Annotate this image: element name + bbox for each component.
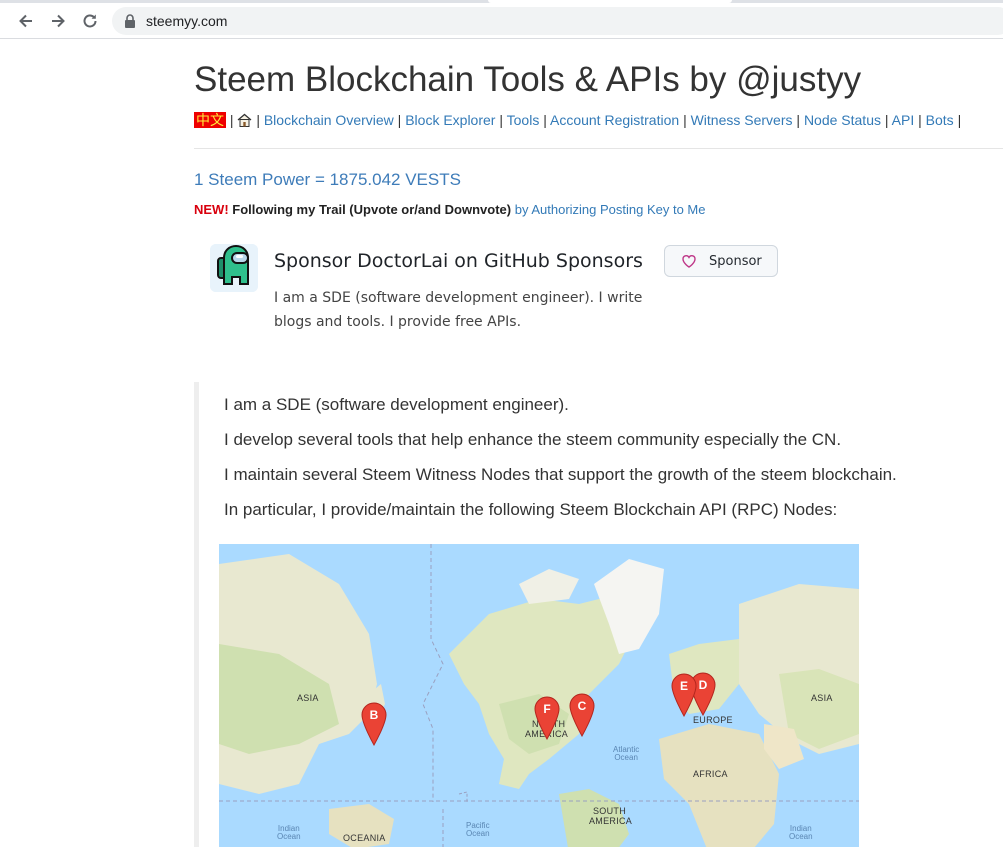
nav-separator: | <box>884 112 889 128</box>
map-marker-c[interactable]: C <box>569 693 595 737</box>
ocean-label-indian-left: Indian Ocean <box>277 824 301 841</box>
steem-power-ratio: 1 Steem Power = 1875.042 VESTS <box>194 170 461 189</box>
trail-notice: NEW! Following my Trail (Upvote or/and D… <box>194 202 706 217</box>
nav-separator: | <box>918 112 922 128</box>
nav-link-bots[interactable]: Bots <box>926 112 954 128</box>
nav-separator: | <box>957 112 962 128</box>
nav-separator: | <box>796 112 801 128</box>
sponsor-title: Sponsor DoctorLai on GitHub Sponsors <box>274 250 643 272</box>
nav-link-witness-servers[interactable]: Witness Servers <box>691 112 793 128</box>
quote-line: In particular, I provide/maintain the fo… <box>224 500 838 519</box>
trail-text: Following my Trail (Upvote or/and Downvo… <box>232 202 512 217</box>
map-marker-b[interactable]: B <box>361 702 387 746</box>
top-nav: 中文 | | Blockchain Overview | Block Explo… <box>194 110 961 130</box>
ocean-label-indian-right: Indian Ocean <box>789 824 813 841</box>
nav-separator: | <box>543 112 547 128</box>
api-nodes-map[interactable]: ASIA ASIA NORTH AMERICA EUROPE AFRICA SO… <box>219 544 859 847</box>
nav-link-account-registration[interactable]: Account Registration <box>550 112 679 128</box>
among-us-crewmate-icon[interactable] <box>210 244 258 292</box>
nav-link-blockchain-overview[interactable]: Blockchain Overview <box>264 112 394 128</box>
map-label-asia-left: ASIA <box>297 693 319 703</box>
ocean-label-atlantic: Atlantic Ocean <box>613 745 640 762</box>
sponsor-description: I am a SDE (software development enginee… <box>274 290 643 330</box>
quote-line: I maintain several Steem Witness Nodes t… <box>224 465 897 484</box>
reload-icon <box>83 14 97 28</box>
divider <box>194 148 1003 149</box>
map-marker-e[interactable]: E <box>671 673 697 717</box>
map-label-europe: EUROPE <box>693 715 733 725</box>
map-marker-f[interactable]: F <box>534 696 560 740</box>
heart-icon <box>682 255 696 268</box>
map-label-asia-right: ASIA <box>811 693 833 703</box>
nav-link-api[interactable]: API <box>892 112 915 128</box>
map-label-oceania: OCEANIA <box>343 833 386 843</box>
house-icon[interactable] <box>237 113 252 127</box>
sponsor-button[interactable]: Sponsor <box>664 245 778 277</box>
lock-icon <box>125 14 135 28</box>
url-text[interactable]: steemyy.com <box>146 13 227 29</box>
back-button[interactable] <box>14 9 38 33</box>
browser-toolbar: steemyy.com <box>0 3 1003 39</box>
arrow-left-icon <box>19 14 32 28</box>
nav-separator: | <box>499 112 503 128</box>
quote-line: I am a SDE (software development enginee… <box>224 395 569 414</box>
nav-separator: | <box>229 112 234 128</box>
language-link[interactable]: 中文 <box>194 112 226 128</box>
sponsor-button-label: Sponsor <box>709 253 762 269</box>
authorize-link[interactable]: by Authorizing Posting Key to Me <box>515 202 706 217</box>
nav-link-tools[interactable]: Tools <box>507 112 540 128</box>
nav-link-node-status[interactable]: Node Status <box>804 112 881 128</box>
arrow-right-icon <box>52 14 65 28</box>
reload-button[interactable] <box>78 9 102 33</box>
ocean-label-pacific: Pacific Ocean <box>466 821 490 838</box>
nav-link-block-explorer[interactable]: Block Explorer <box>405 112 495 128</box>
page-title: Steem Blockchain Tools & APIs by @justyy <box>194 60 862 99</box>
nav-separator: | <box>397 112 402 128</box>
forward-button[interactable] <box>46 9 70 33</box>
map-label-south-america: AMERICA <box>589 816 633 826</box>
nav-separator: | <box>683 112 687 128</box>
map-label-south: SOUTH <box>593 806 626 816</box>
address-bar[interactable]: steemyy.com <box>112 7 1003 35</box>
nav-separator: | <box>256 112 260 128</box>
new-badge: NEW! <box>194 202 229 217</box>
quote-line: I develop several tools that help enhanc… <box>224 430 842 449</box>
map-label-africa: AFRICA <box>693 769 728 779</box>
